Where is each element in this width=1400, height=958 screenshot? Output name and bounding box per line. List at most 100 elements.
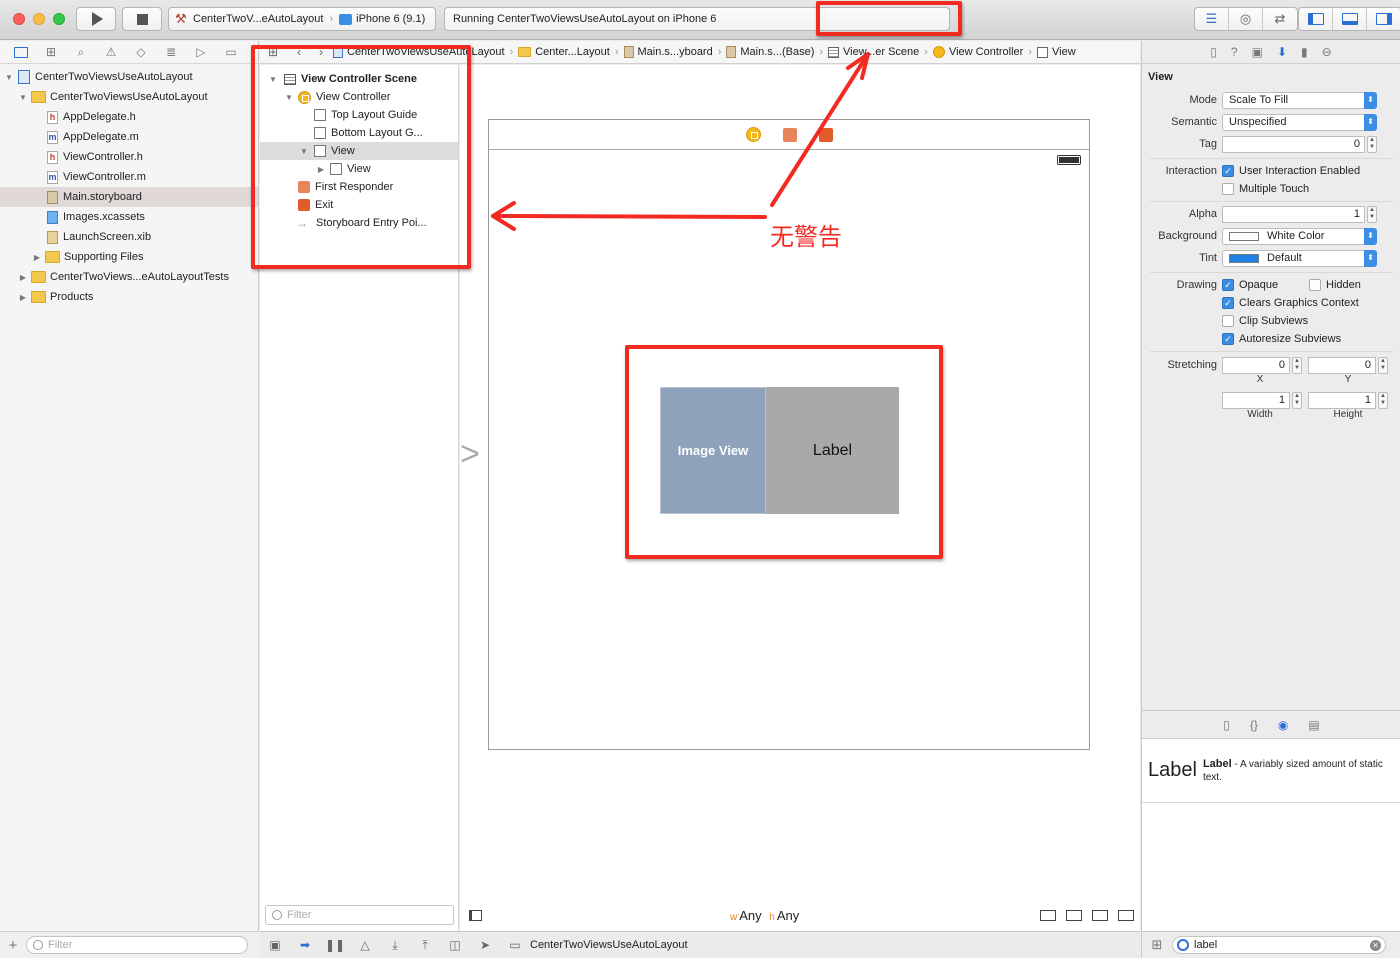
debug-navigator-tab[interactable]: ≣: [160, 44, 182, 60]
toggle-debug-area-button[interactable]: [1333, 8, 1367, 30]
grid-view-icon[interactable]: ⊞: [1142, 937, 1172, 953]
zoom-window-button[interactable]: [53, 13, 65, 25]
jumpbar-controller[interactable]: View Controller: [930, 46, 1026, 58]
user-interaction-checkbox[interactable]: ✓: [1222, 165, 1234, 177]
semantic-popup[interactable]: Unspecified ⬍: [1222, 113, 1377, 131]
stretch-y-stepper[interactable]: ▲ ▼: [1378, 356, 1388, 374]
file-inspector-tab[interactable]: ▯: [1210, 45, 1217, 59]
standard-editor-button[interactable]: ☰: [1195, 8, 1229, 30]
document-outline-toggle-icon[interactable]: [469, 910, 482, 921]
tag-stepper[interactable]: ▲ ▼: [1367, 135, 1377, 153]
clears-graphics-checkbox[interactable]: ✓: [1222, 297, 1234, 309]
resolve-issues-icon[interactable]: [1118, 910, 1134, 921]
navigator-item[interactable]: Main.storyboard: [0, 187, 258, 207]
clear-search-icon[interactable]: ✕: [1370, 939, 1381, 951]
entry-point-arrow-icon[interactable]: >: [460, 435, 480, 474]
jumpbar-base[interactable]: Main.s...(Base): [723, 46, 817, 58]
jumpbar-folder[interactable]: Center...Layout: [515, 46, 613, 58]
navigator-item[interactable]: ▼ CenterTwoViewsUseAutoLayout: [0, 87, 258, 107]
stretch-height-field[interactable]: 1: [1308, 391, 1376, 409]
outline-filter-input[interactable]: Filter: [265, 905, 454, 925]
simulate-location-icon[interactable]: ➤: [470, 938, 500, 952]
breakpoints-toggle-icon[interactable]: ➡: [290, 938, 320, 952]
breakpoint-navigator-tab[interactable]: ▷: [190, 44, 212, 60]
disclosure-open-icon[interactable]: ▼: [18, 93, 28, 102]
connections-inspector-tab[interactable]: ⊖: [1322, 45, 1332, 59]
navigator-filter-input[interactable]: Filter: [26, 936, 248, 954]
first-responder-cube-icon[interactable]: [782, 127, 797, 142]
close-window-button[interactable]: [13, 13, 25, 25]
version-editor-button[interactable]: ⇄: [1263, 8, 1297, 30]
symbol-navigator-tab[interactable]: ⊞: [40, 44, 62, 60]
code-snippet-library-tab[interactable]: {}: [1250, 718, 1258, 732]
stretch-x-field[interactable]: 0: [1222, 356, 1290, 374]
navigator-item[interactable]: ▼ CenterTwoViewsUseAutoLayout: [0, 67, 258, 87]
identity-inspector-tab[interactable]: ▣: [1252, 45, 1263, 59]
navigator-item[interactable]: Images.xcassets: [0, 207, 258, 227]
alpha-stepper[interactable]: ▲ ▼: [1367, 205, 1377, 223]
navigator-item[interactable]: LaunchScreen.xib: [0, 227, 258, 247]
media-library-tab[interactable]: ▤: [1308, 718, 1319, 732]
test-navigator-tab[interactable]: ◇: [130, 44, 152, 60]
exit-icon[interactable]: [818, 127, 833, 142]
step-over-icon[interactable]: △: [350, 938, 380, 952]
alpha-field[interactable]: 1: [1222, 205, 1365, 223]
navigator-item[interactable]: m ViewController.m: [0, 167, 258, 187]
stretch-height-stepper[interactable]: ▲ ▼: [1378, 391, 1388, 409]
background-popup[interactable]: White Color ⬍: [1222, 227, 1377, 245]
step-out-icon[interactable]: ⤒: [410, 938, 440, 953]
library-item-label[interactable]: Label Label - A variably sized amount of…: [1142, 739, 1400, 803]
disclosure-closed-icon[interactable]: ▶: [18, 293, 28, 302]
size-class-control[interactable]: w Any h Any: [730, 908, 799, 923]
toggle-navigator-button[interactable]: [1299, 8, 1333, 30]
scheme-device[interactable]: iPhone 6 (9.1): [356, 13, 425, 25]
opaque-checkbox[interactable]: ✓: [1222, 279, 1234, 291]
stretch-width-field[interactable]: 1: [1222, 391, 1290, 409]
object-library-tab[interactable]: ◉: [1278, 718, 1288, 732]
scheme-target[interactable]: CenterTwoV...eAutoLayout: [193, 13, 323, 25]
view-controller-icon[interactable]: [745, 127, 761, 142]
attributes-inspector-tab[interactable]: ⬇: [1277, 45, 1287, 59]
stretch-y-field[interactable]: 0: [1308, 356, 1376, 374]
issue-navigator-tab[interactable]: ⚠: [100, 44, 122, 60]
project-navigator-tab[interactable]: [10, 44, 32, 60]
file-template-library-tab[interactable]: ▯: [1223, 718, 1230, 732]
navigator-item[interactable]: ▶ CenterTwoViews...eAutoLayoutTests: [0, 267, 258, 287]
disclosure-closed-icon[interactable]: ▶: [18, 273, 28, 282]
stretch-x-stepper[interactable]: ▲ ▼: [1292, 356, 1302, 374]
align-icon[interactable]: [1066, 910, 1082, 921]
clip-subviews-checkbox[interactable]: [1222, 315, 1234, 327]
toggle-utilities-button[interactable]: [1367, 8, 1400, 30]
stack-icon[interactable]: [1040, 910, 1056, 921]
size-inspector-tab[interactable]: ▮: [1301, 45, 1308, 59]
find-navigator-tab[interactable]: ⌕: [70, 44, 92, 60]
navigator-item[interactable]: h AppDelegate.h: [0, 107, 258, 127]
navigator-item[interactable]: ▶ Supporting Files: [0, 247, 258, 267]
disclosure-closed-icon[interactable]: ▶: [32, 253, 42, 262]
report-navigator-tab[interactable]: ▭: [220, 44, 242, 60]
disclosure-open-icon[interactable]: ▼: [4, 73, 14, 82]
hide-debug-area-icon[interactable]: ▣: [260, 938, 290, 952]
navigator-item[interactable]: ▶ Products: [0, 287, 258, 307]
tint-popup[interactable]: Default ⬍: [1222, 249, 1377, 267]
navigator-item[interactable]: m AppDelegate.m: [0, 127, 258, 147]
tag-field[interactable]: 0: [1222, 135, 1365, 153]
jumpbar-storyboard[interactable]: Main.s...yboard: [621, 46, 716, 58]
step-into-icon[interactable]: ⤓: [380, 938, 410, 953]
jumpbar-view[interactable]: View: [1034, 46, 1079, 58]
minimize-window-button[interactable]: [33, 13, 45, 25]
stop-button[interactable]: [122, 7, 162, 31]
view-debugger-icon[interactable]: ◫: [440, 938, 470, 952]
pause-icon[interactable]: ❚❚: [320, 938, 350, 952]
jumpbar-scene[interactable]: View...er Scene: [825, 46, 922, 58]
quick-help-tab[interactable]: ?: [1231, 45, 1238, 59]
library-search-input[interactable]: label ✕: [1172, 936, 1386, 954]
hidden-checkbox[interactable]: [1309, 279, 1321, 291]
mode-popup[interactable]: Scale To Fill ⬍: [1222, 91, 1377, 109]
autoresize-checkbox[interactable]: ✓: [1222, 333, 1234, 345]
assistant-editor-button[interactable]: ◎: [1229, 8, 1263, 30]
pin-icon[interactable]: [1092, 910, 1108, 921]
run-button[interactable]: [76, 7, 116, 31]
navigator-item[interactable]: h ViewController.h: [0, 147, 258, 167]
add-file-button[interactable]: +: [0, 937, 26, 954]
